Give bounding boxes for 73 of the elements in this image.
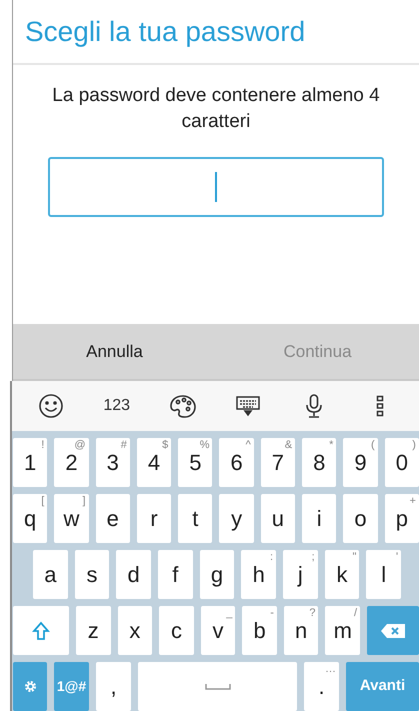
key[interactable]: e [96, 494, 130, 543]
key[interactable]: c [159, 606, 194, 655]
numbers-button[interactable]: 123 [94, 394, 139, 418]
key-hint: - [270, 607, 274, 620]
key[interactable]: 4 $ [136, 438, 172, 487]
key-hint: @ [74, 439, 86, 452]
settings-icon [24, 680, 36, 693]
shift-arrow-icon [32, 620, 50, 640]
key[interactable]: p + [384, 494, 419, 543]
key-hint: $ [162, 439, 168, 452]
backspace-icon [381, 624, 406, 638]
key[interactable]: 3 # [96, 438, 130, 487]
key-hint: # [120, 439, 127, 452]
key[interactable]: 7 & [260, 438, 296, 487]
key-hint: ' [396, 551, 398, 564]
key-hint: ! [41, 439, 44, 452]
settings-key[interactable] [13, 662, 47, 711]
dialog-message: La password deve contenere almeno 4 caratteri [51, 84, 381, 134]
key[interactable]: 6 ^ [219, 438, 254, 487]
key-hint: ^ [246, 439, 251, 452]
key[interactable]: j ; [283, 550, 318, 599]
key[interactable]: n ? [284, 606, 318, 655]
key[interactable]: 5 % [178, 438, 212, 487]
key[interactable]: 8 * [302, 438, 336, 487]
key[interactable]: m / [325, 606, 360, 655]
dialog-title: Scegli la tua password [25, 14, 306, 49]
key-hint: _ [226, 607, 232, 620]
key[interactable]: v _ [200, 606, 236, 655]
key-hint: ( [371, 439, 375, 452]
shift-key[interactable] [13, 606, 69, 655]
key[interactable]: 9 ( [343, 438, 378, 487]
key[interactable]: a [33, 550, 68, 599]
key[interactable]: o [343, 494, 378, 543]
key-hint: … [325, 663, 336, 676]
key[interactable]: g [200, 550, 234, 599]
key-hint: ? [309, 607, 316, 620]
key-hint: * [329, 439, 334, 452]
key[interactable]: t [178, 494, 212, 543]
backspace-key[interactable] [367, 606, 419, 655]
key[interactable]: 1 ! [13, 438, 48, 487]
space-bar-icon [204, 684, 230, 690]
key[interactable]: r [136, 494, 172, 543]
key[interactable]: d [116, 550, 152, 599]
key-hint: ) [412, 439, 416, 452]
key[interactable]: i [302, 494, 336, 543]
key-hint: / [354, 607, 358, 620]
key[interactable]: , [96, 662, 131, 711]
key[interactable]: h : [241, 550, 276, 599]
key[interactable]: . … [304, 662, 339, 711]
key[interactable]: x [118, 606, 152, 655]
key-hint: " [352, 551, 356, 564]
key-hint: ] [82, 495, 86, 508]
key[interactable]: w ] [54, 494, 89, 543]
key[interactable]: s [74, 550, 110, 599]
key[interactable]: l ' [366, 550, 402, 599]
key[interactable]: u [260, 494, 296, 543]
key-hint: % [200, 439, 210, 452]
key[interactable]: k " [324, 550, 360, 599]
key[interactable]: b - [242, 606, 277, 655]
key[interactable]: 2 @ [54, 438, 89, 487]
key-hint: : [270, 551, 274, 564]
key-hint: + [410, 495, 416, 508]
text-cursor [215, 172, 217, 202]
cancel-button[interactable]: Annulla [13, 324, 216, 379]
key[interactable]: f [158, 550, 193, 599]
key[interactable]: q [ [13, 494, 48, 543]
key[interactable]: z [76, 606, 111, 655]
password-field[interactable] [48, 157, 384, 217]
key-hint: & [284, 439, 292, 452]
key-hint: ; [312, 551, 315, 564]
key[interactable]: 0 ) [384, 438, 419, 487]
key[interactable]: y [219, 494, 254, 543]
key-hint: [ [41, 495, 44, 508]
